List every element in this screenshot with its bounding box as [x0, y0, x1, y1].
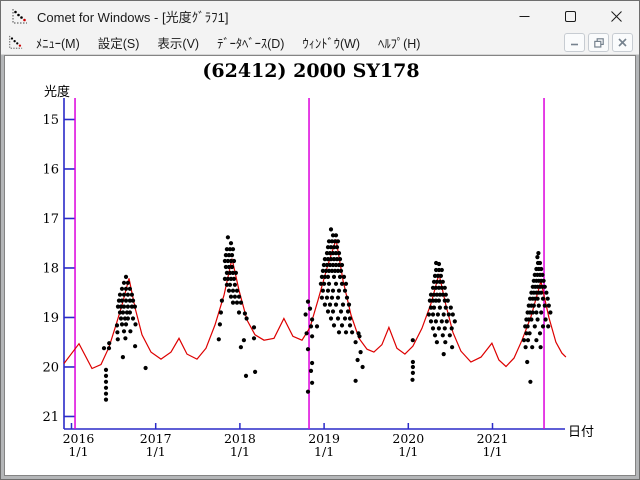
- observation-points: [102, 227, 553, 401]
- mdi-restore-button[interactable]: [588, 33, 609, 52]
- svg-text:1/1: 1/1: [314, 444, 334, 459]
- svg-text:17: 17: [42, 212, 59, 227]
- menu-items: ﾒﾆｭｰ(M) 設定(S) 表示(V) ﾃﾞｰﾀﾍﾞｰｽ(D) ｳｨﾝﾄﾞｳ(W…: [27, 30, 429, 55]
- menu-item-database[interactable]: ﾃﾞｰﾀﾍﾞｰｽ(D): [208, 30, 293, 55]
- menu-item-window[interactable]: ｳｨﾝﾄﾞｳ(W): [293, 30, 369, 55]
- close-icon: [611, 11, 622, 22]
- window-title: Comet for Windows - [光度ｸﾞﾗﾌ1]: [37, 7, 228, 26]
- client-area: (62412) 2000 SY178 光度 日付 151617181920212…: [4, 55, 636, 476]
- menu-item-help[interactable]: ﾍﾙﾌﾟ(H): [369, 30, 429, 55]
- svg-text:21: 21: [42, 410, 59, 425]
- window-controls: [501, 1, 639, 31]
- svg-text:1/1: 1/1: [230, 444, 250, 459]
- svg-text:1/1: 1/1: [68, 444, 88, 459]
- menu-item-menu[interactable]: ﾒﾆｭｰ(M): [27, 30, 89, 55]
- maximize-icon: [565, 11, 576, 22]
- close-button[interactable]: [593, 1, 639, 31]
- svg-text:15: 15: [42, 113, 59, 128]
- menu-item-settings[interactable]: 設定(S): [89, 30, 149, 55]
- svg-text:1/1: 1/1: [146, 444, 166, 459]
- mdi-close-icon: [618, 38, 627, 47]
- svg-text:20: 20: [42, 360, 59, 375]
- model-curve: [64, 239, 566, 368]
- light-curve-plot: 1516171819202120161/120171/120181/120191…: [5, 56, 635, 476]
- y-ticks: 15 16 17 18 19 20 21: [42, 113, 75, 425]
- mdi-minimize-button[interactable]: [564, 33, 585, 52]
- app-window: Comet for Windows - [光度ｸﾞﾗﾌ1]: [0, 0, 640, 480]
- mdi-close-button[interactable]: [612, 33, 633, 52]
- mdi-restore-icon: [594, 38, 604, 48]
- svg-text:16: 16: [42, 162, 59, 177]
- minimize-icon: [519, 11, 530, 22]
- minimize-button[interactable]: [501, 1, 547, 31]
- maximize-button[interactable]: [547, 1, 593, 31]
- axes: [64, 98, 565, 429]
- perihelion-marker-lines: [75, 98, 544, 429]
- svg-text:1/1: 1/1: [482, 444, 502, 459]
- mdi-window-controls: [564, 33, 633, 52]
- svg-text:19: 19: [42, 311, 59, 326]
- svg-text:1/1: 1/1: [398, 444, 418, 459]
- svg-text:18: 18: [42, 261, 59, 276]
- mdi-system-menu-icon[interactable]: [8, 35, 23, 50]
- title-bar: Comet for Windows - [光度ｸﾞﾗﾌ1]: [1, 1, 639, 31]
- menu-item-view[interactable]: 表示(V): [148, 30, 208, 55]
- app-icon[interactable]: [11, 8, 28, 25]
- mdi-minimize-icon: [570, 38, 579, 47]
- menu-bar: ﾒﾆｭｰ(M) 設定(S) 表示(V) ﾃﾞｰﾀﾍﾞｰｽ(D) ｳｨﾝﾄﾞｳ(W…: [1, 31, 639, 55]
